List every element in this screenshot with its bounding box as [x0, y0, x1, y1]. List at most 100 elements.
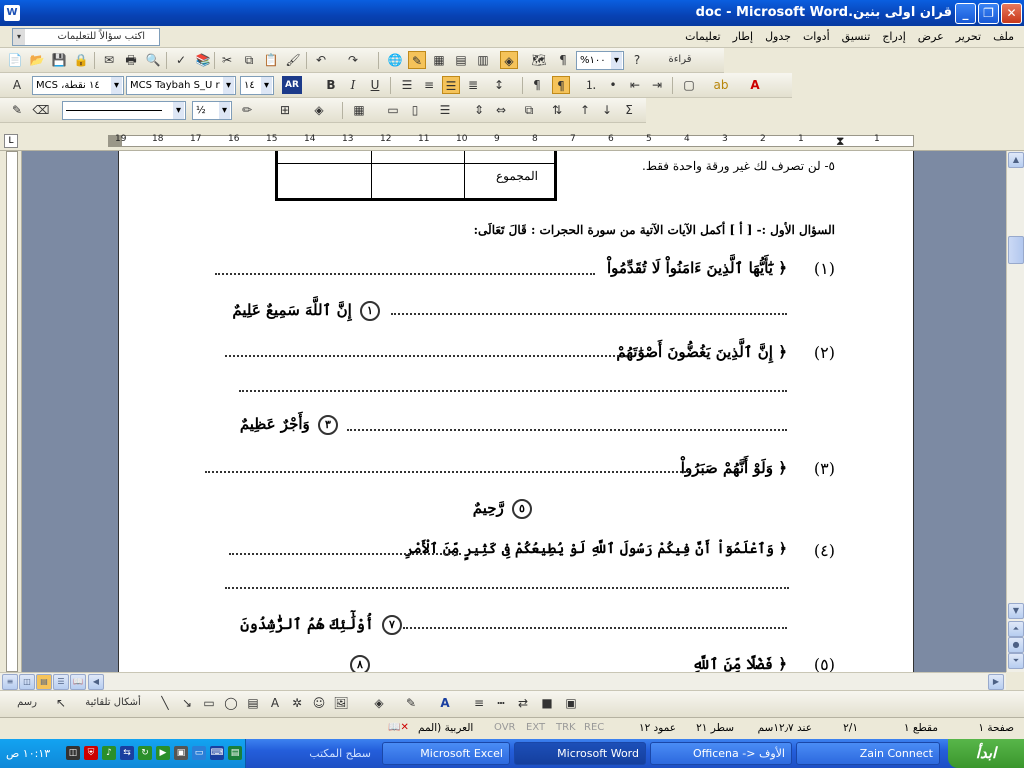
- scroll-down-icon[interactable]: ▼: [1008, 603, 1024, 619]
- horizontal-scrollbar[interactable]: ≡ ◫ ▤ ☰ 📖 ◀ ▶: [0, 672, 1006, 690]
- cut-icon[interactable]: ✂: [218, 51, 236, 69]
- menu-help[interactable]: تعليمات: [685, 30, 720, 43]
- horizontal-ruler[interactable]: L 19 18 17 16 15 14 13 12 11 10 9 8 7 6 …: [0, 131, 1024, 151]
- menu-table[interactable]: جدول: [765, 30, 791, 43]
- tab-selector[interactable]: L: [4, 134, 18, 148]
- align-center-icon[interactable]: ≡: [420, 76, 438, 94]
- rectangle-icon[interactable]: ▭: [200, 694, 218, 712]
- status-ovr[interactable]: OVR: [494, 722, 515, 733]
- draw-menu-button[interactable]: رسم: [10, 694, 44, 712]
- device-icon[interactable]: ▣: [174, 746, 188, 760]
- sort-descending-icon[interactable]: ↓: [598, 101, 616, 119]
- line-style-combo[interactable]: [62, 101, 186, 120]
- select-browse-object-icon[interactable]: ●: [1008, 637, 1024, 653]
- wordart-icon[interactable]: A: [266, 694, 284, 712]
- menu-view[interactable]: عرض: [918, 30, 944, 43]
- borders-icon[interactable]: ▢: [680, 76, 698, 94]
- font-color-icon[interactable]: A: [746, 76, 764, 94]
- arrow-icon[interactable]: ↘: [178, 694, 196, 712]
- menu-tools[interactable]: أدوات: [803, 30, 830, 43]
- insert-excel-icon[interactable]: ▤: [452, 51, 470, 69]
- next-page-icon[interactable]: ⏷: [1008, 653, 1024, 669]
- align-cell-icon[interactable]: ☰: [436, 101, 454, 119]
- merge-cells-icon[interactable]: ▭: [384, 101, 402, 119]
- vertical-ruler-strip[interactable]: [6, 151, 18, 672]
- undo-icon[interactable]: ↶: [312, 51, 330, 69]
- save-icon[interactable]: 💾: [50, 51, 68, 69]
- vertical-ruler[interactable]: [0, 151, 22, 672]
- task-word[interactable]: Microsoft Word: [514, 742, 646, 765]
- status-trk[interactable]: TRK: [556, 722, 576, 733]
- autosum-icon[interactable]: Σ: [620, 101, 638, 119]
- document-page[interactable]: المجموع ٥- لن تصرف لك غير ورقة واحدة فقط…: [118, 151, 914, 672]
- answer-blank[interactable]: [215, 267, 595, 275]
- copy-icon[interactable]: ⧉: [240, 51, 258, 69]
- close-button[interactable]: ✕: [1001, 3, 1022, 24]
- menu-edit[interactable]: تحرير: [956, 30, 981, 43]
- task-excel[interactable]: Microsoft Excel: [382, 742, 510, 765]
- line-style-icon[interactable]: ≡: [470, 694, 488, 712]
- menu-frame[interactable]: إطار: [733, 30, 753, 43]
- justify-icon[interactable]: ≣: [464, 76, 482, 94]
- text-direction-icon[interactable]: ⇅: [548, 101, 566, 119]
- shadow-style-icon[interactable]: ■: [538, 694, 556, 712]
- autoshapes-button[interactable]: أشكال تلقائية: [78, 694, 148, 712]
- outside-border-icon[interactable]: ⊞: [276, 101, 294, 119]
- sort-ascending-icon[interactable]: ↑: [576, 101, 594, 119]
- vertical-scrollbar[interactable]: ▲ ▼ ⏶ ● ⏷: [1006, 151, 1024, 672]
- text-box-icon[interactable]: ▤: [244, 694, 262, 712]
- task-officena[interactable]: الأوف <- Officena: [650, 742, 792, 765]
- oval-icon[interactable]: ◯: [222, 694, 240, 712]
- document-map-icon[interactable]: 🗺: [530, 51, 548, 69]
- border-color-icon[interactable]: ✏: [238, 101, 256, 119]
- distribute-columns-icon[interactable]: ⇔: [492, 101, 510, 119]
- update-icon[interactable]: ↻: [138, 746, 152, 760]
- network-icon[interactable]: ◫: [66, 746, 80, 760]
- answer-blank[interactable]: [239, 384, 787, 392]
- format-painter-icon[interactable]: 🖌: [284, 51, 302, 69]
- email-icon[interactable]: ✉: [100, 51, 118, 69]
- style-combo[interactable]: MCS ،١٤ نقطة: [32, 76, 124, 95]
- font-color-drawing-icon[interactable]: A: [436, 694, 454, 712]
- ask-question-box[interactable]: اكتب سؤالاً للتعليمات ▾: [12, 28, 160, 46]
- answer-blank[interactable]: [205, 465, 689, 473]
- paste-icon[interactable]: 📋: [262, 51, 280, 69]
- ltr-icon[interactable]: ¶: [528, 76, 546, 94]
- web-layout-icon[interactable]: ◫: [19, 674, 35, 690]
- line-weight-combo[interactable]: ½: [192, 101, 232, 120]
- underline-icon[interactable]: U: [366, 76, 384, 94]
- distribute-rows-icon[interactable]: ⇕: [470, 101, 488, 119]
- print-icon[interactable]: 🖶: [122, 51, 140, 69]
- outline-view-icon[interactable]: ☰: [53, 674, 69, 690]
- eraser-icon[interactable]: ⌫: [32, 101, 50, 119]
- print-layout-icon[interactable]: ▤: [36, 674, 52, 690]
- chevron-down-icon[interactable]: ▾: [13, 29, 25, 45]
- dash-style-icon[interactable]: ┅: [492, 694, 510, 712]
- print-preview-icon[interactable]: 🔍: [144, 51, 162, 69]
- drawing-icon[interactable]: ◈: [500, 51, 518, 69]
- select-objects-icon[interactable]: ↖: [52, 694, 70, 712]
- styles-formatting-icon[interactable]: A: [8, 76, 26, 94]
- scroll-up-icon[interactable]: ▲: [1008, 152, 1024, 168]
- picture-icon[interactable]: 🖼: [332, 694, 350, 712]
- answer-blank[interactable]: [229, 547, 461, 555]
- indent-marker[interactable]: ⧗: [836, 134, 844, 149]
- read-button[interactable]: قراءة: [655, 51, 705, 69]
- font-combo[interactable]: MCS Taybah S_U r: [126, 76, 236, 95]
- maximize-button[interactable]: ❐: [978, 3, 999, 24]
- fill-color-icon[interactable]: ◈: [370, 694, 388, 712]
- rtl-icon[interactable]: ¶: [552, 76, 570, 94]
- reading-layout-icon[interactable]: 📖: [70, 674, 86, 690]
- align-right-icon[interactable]: ☰: [398, 76, 416, 94]
- bold-icon[interactable]: B: [322, 76, 340, 94]
- menu-format[interactable]: تنسيق: [842, 30, 871, 43]
- minimize-button[interactable]: _: [955, 3, 976, 24]
- 3d-style-icon[interactable]: ▣: [562, 694, 580, 712]
- table-autoformat-icon[interactable]: ⧉: [520, 101, 538, 119]
- language-icon[interactable]: ⌨: [210, 746, 224, 760]
- clock[interactable]: ١٠:١٣ ص: [6, 747, 50, 760]
- diagram-icon[interactable]: ✲: [288, 694, 306, 712]
- font-size-combo[interactable]: ١٤: [240, 76, 274, 95]
- security-icon[interactable]: ⛨: [84, 746, 98, 760]
- scroll-thumb[interactable]: [1008, 236, 1024, 264]
